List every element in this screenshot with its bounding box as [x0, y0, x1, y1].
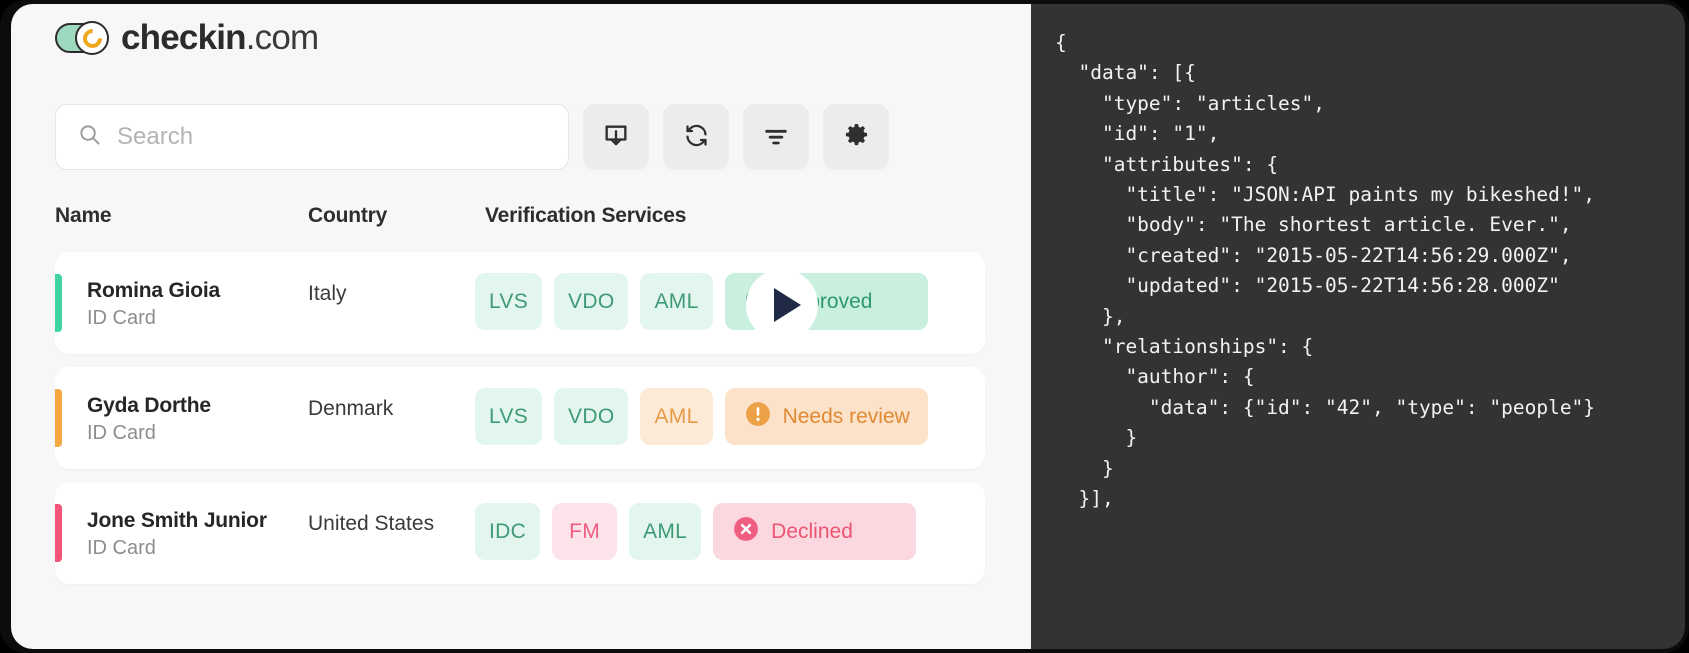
logo-knob-shape — [75, 21, 109, 55]
service-chip[interactable]: LVS — [475, 388, 543, 445]
toolbar — [55, 104, 889, 170]
table-row[interactable]: Gyda Dorthe ID Card Denmark LVS VDO AML … — [55, 367, 985, 469]
cell-country: United States — [308, 512, 435, 535]
column-header-verification-services: Verification Services — [485, 204, 687, 227]
cell-services: LVS VDO AML Approved — [475, 273, 928, 330]
table-row[interactable]: Jone Smith Junior ID Card United States … — [55, 482, 985, 584]
play-icon — [773, 288, 801, 322]
person-name: Jone Smith Junior — [87, 509, 267, 532]
settings-button[interactable] — [823, 104, 889, 170]
person-name: Gyda Dorthe — [87, 394, 211, 417]
status-badge[interactable]: Needs review — [724, 388, 928, 445]
column-header-name: Name — [55, 204, 112, 227]
toggle-c-logo-icon — [55, 21, 109, 55]
gear-icon — [843, 122, 870, 152]
row-status-accent — [55, 389, 62, 447]
json-code-panel: { "data": [{ "type": "articles", "id": "… — [1031, 4, 1685, 649]
cell-country: Denmark — [308, 397, 394, 420]
screenshot-root: checkin.com Search Name Country Verifica… — [0, 0, 1689, 653]
cell-country: Italy — [308, 282, 347, 305]
search-box[interactable] — [55, 104, 569, 170]
service-chip[interactable]: AML — [640, 388, 713, 445]
service-chip[interactable]: FM — [552, 503, 618, 560]
status-label: Declined — [771, 519, 853, 543]
cell-services: LVS VDO AML Needs review — [475, 388, 928, 445]
logo-c-glyph — [78, 24, 106, 52]
service-chip[interactable]: LVS — [475, 273, 543, 330]
x-circle-icon — [733, 516, 759, 548]
service-chip[interactable]: VDO — [554, 388, 629, 445]
row-status-accent — [55, 274, 62, 332]
filter-button[interactable] — [743, 104, 809, 170]
search-icon — [78, 123, 101, 151]
refresh-sync-icon — [683, 122, 710, 152]
brand-wordmark: checkin.com — [121, 18, 319, 58]
cell-services: IDC FM AML Declined — [475, 503, 917, 560]
document-type: ID Card — [87, 537, 156, 559]
service-chip[interactable]: AML — [640, 273, 713, 330]
service-chip[interactable]: AML — [629, 503, 702, 560]
exclamation-circle-icon — [745, 401, 771, 433]
service-chip[interactable]: IDC — [475, 503, 541, 560]
download-button[interactable] — [583, 104, 649, 170]
service-chip[interactable]: VDO — [554, 273, 629, 330]
brand-logo[interactable]: checkin.com — [55, 14, 319, 62]
cell-name: Romina Gioia ID Card — [87, 279, 302, 330]
document-type: ID Card — [87, 307, 156, 329]
table-header-row: Name Country Verification Services — [55, 204, 985, 232]
row-status-accent — [55, 504, 62, 562]
document-type: ID Card — [87, 422, 156, 444]
filter-lines-icon — [762, 122, 790, 153]
cell-name: Gyda Dorthe ID Card — [87, 394, 302, 445]
download-tray-icon — [602, 122, 630, 153]
video-play-button[interactable] — [746, 269, 818, 341]
search-input[interactable] — [117, 105, 546, 169]
status-label: Needs review — [782, 404, 910, 428]
status-badge[interactable]: Declined — [713, 503, 917, 560]
brand-name-bold: checkin — [121, 18, 247, 57]
app-panel: checkin.com Search Name Country Verifica… — [11, 4, 1031, 649]
brand-name-light: .com — [245, 18, 319, 57]
person-name: Romina Gioia — [87, 279, 220, 302]
json-code-block: { "data": [{ "type": "articles", "id": "… — [1055, 31, 1596, 511]
refresh-button[interactable] — [663, 104, 729, 170]
table-body: Romina Gioia ID Card Italy LVS VDO AML A… — [55, 252, 985, 597]
table-row[interactable]: Romina Gioia ID Card Italy LVS VDO AML A… — [55, 252, 985, 354]
cell-name: Jone Smith Junior ID Card — [87, 509, 302, 560]
column-header-country: Country — [308, 204, 388, 227]
